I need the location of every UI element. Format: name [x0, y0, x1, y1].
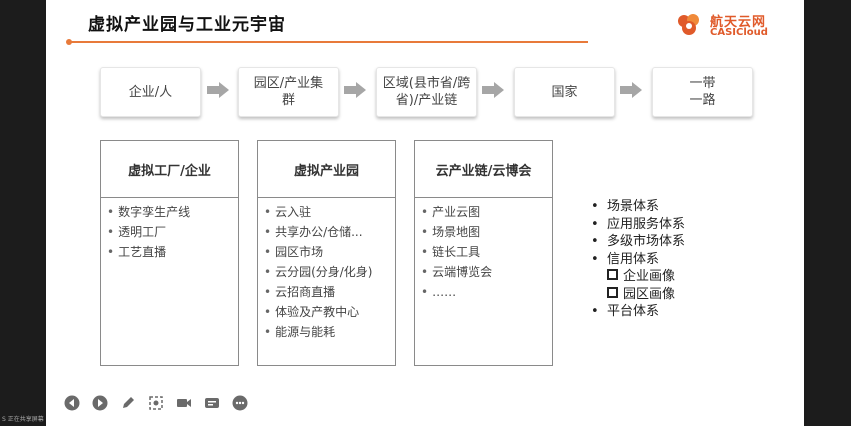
list-item: 体验及产教中心 [264, 302, 395, 322]
more-icon [232, 395, 248, 411]
list-item: 共享办公/仓储... [264, 222, 395, 242]
cloud-logo-icon [678, 14, 699, 35]
right-letterbox [807, 0, 851, 426]
list-item: 产业云图 [421, 202, 552, 222]
system-item: 信用体系 [591, 251, 685, 269]
flow-step-belt-road: 一带一路 [652, 67, 753, 117]
flow-step-label: 国家 [551, 84, 578, 100]
slide-title: 虚拟产业园与工业元宇宙 [88, 15, 286, 35]
flow-step-region: 区域(县市省/跨省)/产业链 [376, 67, 477, 117]
column-title: 云产业链/云博会 [415, 141, 552, 198]
column-cloud-industry-chain: 云产业链/云博会 产业云图 场景地图 链长工具 云端博览会 …… [414, 140, 553, 366]
list-item: 数字孪生产线 [107, 202, 238, 222]
left-letterbox [0, 0, 44, 426]
column-list: 产业云图 场景地图 链长工具 云端博览会 …… [415, 198, 552, 302]
flow-step-label: 园区/产业集群 [253, 76, 324, 108]
right-arrow-icon [207, 82, 229, 98]
system-item: 应用服务体系 [591, 216, 685, 234]
system-item: 平台体系 [591, 303, 685, 321]
previous-slide-button[interactable] [62, 393, 82, 413]
title-underline [68, 41, 588, 43]
presentation-slide: 虚拟产业园与工业元宇宙 航天云网 CASICloud 企业/人 园区/产业集群 … [46, 0, 804, 426]
column-title: 虚拟产业园 [258, 141, 395, 198]
flow-step-park: 园区/产业集群 [238, 67, 339, 117]
column-list: 数字孪生产线 透明工厂 工艺直播 [101, 198, 238, 262]
system-subitem: 企业画像 [591, 268, 685, 286]
right-arrow-icon [620, 82, 642, 98]
flow-step-nation: 国家 [514, 67, 615, 117]
subtitle-icon [205, 398, 219, 408]
list-item: 能源与能耗 [264, 322, 395, 342]
system-item: 场景体系 [591, 198, 685, 216]
list-item: 云分园(分身/化身) [264, 262, 395, 282]
systems-list: 场景体系 应用服务体系 多级市场体系 信用体系 企业画像 园区画像 平台体系 [591, 198, 685, 321]
list-item: 透明工厂 [107, 222, 238, 242]
column-list: 云入驻 共享办公/仓储... 园区市场 云分园(分身/化身) 云招商直播 体验及… [258, 198, 395, 342]
list-item: 云端博览会 [421, 262, 552, 282]
column-virtual-park: 虚拟产业园 云入驻 共享办公/仓储... 园区市场 云分园(分身/化身) 云招商… [257, 140, 396, 366]
right-arrow-icon [344, 82, 366, 98]
list-item: 云招商直播 [264, 282, 395, 302]
flow-step-enterprise: 企业/人 [100, 67, 201, 117]
previous-icon [64, 395, 80, 411]
column-title: 虚拟工厂/企业 [101, 141, 238, 198]
flow-step-label: 企业/人 [128, 84, 173, 100]
subtitle-button[interactable] [202, 393, 222, 413]
more-button[interactable] [230, 393, 250, 413]
pen-icon [123, 397, 134, 408]
next-slide-button[interactable] [90, 393, 110, 413]
presentation-toolbar [62, 393, 250, 413]
list-item: 工艺直播 [107, 242, 238, 262]
list-item: 园区市场 [264, 242, 395, 262]
system-item: 多级市场体系 [591, 233, 685, 251]
zoom-icon [149, 396, 163, 410]
flow-step-label: 一带一路 [689, 76, 716, 108]
list-item: 链长工具 [421, 242, 552, 262]
pen-button[interactable] [118, 393, 138, 413]
flow-step-label: 区域(县市省/跨省)/产业链 [382, 76, 471, 108]
camera-button[interactable] [174, 393, 194, 413]
camera-icon [177, 399, 191, 407]
list-item: 场景地图 [421, 222, 552, 242]
right-arrow-icon [482, 82, 504, 98]
logo-english-text: CASICloud [710, 27, 768, 38]
next-icon [92, 395, 108, 411]
list-item: …… [421, 282, 552, 302]
column-virtual-factory: 虚拟工厂/企业 数字孪生产线 透明工厂 工艺直播 [100, 140, 239, 366]
screen-share-status: S 正在共享屏幕 [2, 416, 44, 423]
system-subitem: 园区画像 [591, 286, 685, 304]
list-item: 云入驻 [264, 202, 395, 222]
zoom-button[interactable] [146, 393, 166, 413]
casicloud-logo: 航天云网 CASICloud [676, 10, 796, 42]
